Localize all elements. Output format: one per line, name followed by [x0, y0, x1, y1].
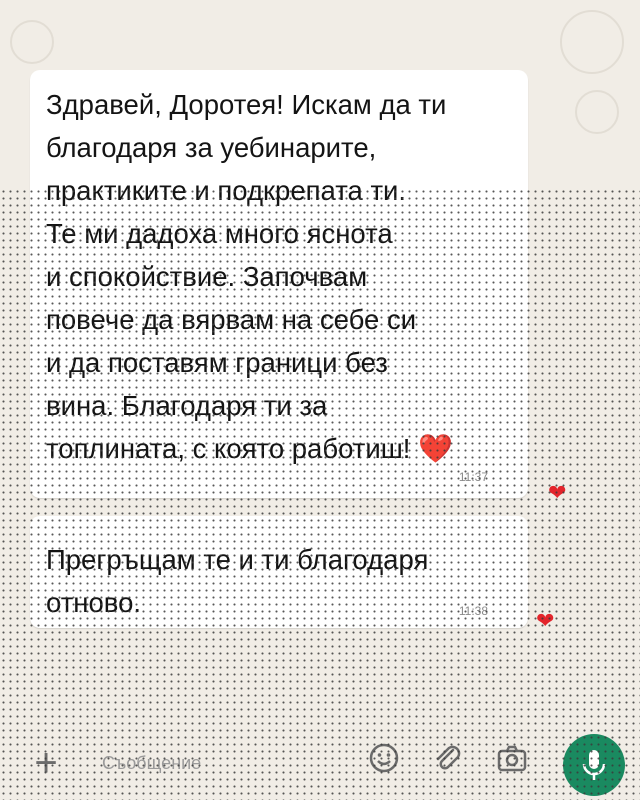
- message-input-bar: + Съобщение: [0, 730, 640, 800]
- heart-reaction[interactable]: ❤: [548, 482, 566, 504]
- microphone-button[interactable]: [563, 734, 625, 796]
- heart-reaction[interactable]: ❤: [536, 610, 554, 632]
- paperclip-icon[interactable]: [432, 742, 464, 774]
- message-time: 11:38: [458, 604, 488, 618]
- message-text: Здравей, Доротея! Искам да ти благодаря …: [46, 89, 453, 464]
- message-bubble[interactable]: Здравей, Доротея! Искам да ти благодаря …: [30, 70, 528, 498]
- camera-icon[interactable]: [496, 742, 528, 774]
- emoji-icon[interactable]: [368, 742, 400, 774]
- wallpaper-doodle: [10, 20, 54, 64]
- microphone-icon: [582, 750, 606, 780]
- wallpaper-doodle: [560, 10, 624, 74]
- plus-icon[interactable]: +: [28, 743, 64, 783]
- message-time: 11:37: [458, 470, 488, 484]
- message-text: Прегръщам те и ти благодаря отново.: [46, 544, 429, 618]
- message-placeholder: Съобщение: [102, 753, 202, 773]
- wallpaper-doodle: [575, 90, 619, 134]
- message-input[interactable]: Съобщение: [84, 742, 548, 786]
- heart-emoji: ❤️: [418, 433, 453, 464]
- message-bubble[interactable]: Прегръщам те и ти благодаря отново. 11:3…: [30, 516, 528, 628]
